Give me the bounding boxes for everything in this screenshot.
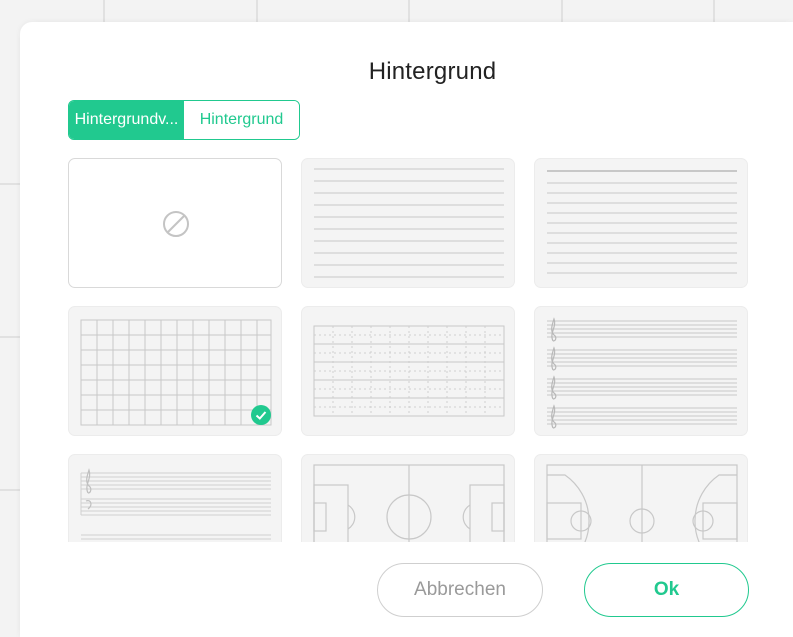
dot-grid-preview	[313, 325, 505, 417]
background-option-music-staff[interactable]	[534, 306, 748, 436]
tab-background-templates[interactable]: Hintergrundv...	[69, 101, 184, 139]
background-option-music-staff-double[interactable]	[68, 454, 282, 542]
background-dialog: Hintergrund Hintergrundv... Hintergrund	[20, 22, 793, 637]
dialog-title: Hintergrund	[368, 58, 497, 85]
no-background-icon	[163, 211, 189, 237]
lined-preview	[314, 168, 504, 278]
background-tabs: Hintergrundv... Hintergrund	[68, 100, 300, 140]
basketball-court-preview	[546, 464, 738, 542]
background-gallery	[68, 158, 758, 542]
cancel-button[interactable]: Abbrechen	[377, 563, 543, 617]
background-option-soccer-field[interactable]	[301, 454, 515, 542]
music-staff-preview	[547, 317, 737, 429]
tab-background[interactable]: Hintergrund	[184, 101, 299, 139]
ok-button[interactable]: Ok	[584, 563, 749, 617]
background-option-none[interactable]	[68, 158, 282, 288]
soccer-field-preview	[313, 464, 505, 542]
background-option-lined-tight[interactable]	[534, 158, 748, 288]
background-option-basketball-court[interactable]	[534, 454, 748, 542]
background-option-grid[interactable]	[68, 306, 282, 436]
checkmark-icon	[251, 405, 271, 425]
lined-tight-preview	[547, 170, 737, 274]
background-option-dot-grid[interactable]	[301, 306, 515, 436]
music-staff-double-preview	[80, 468, 271, 540]
background-option-lined[interactable]	[301, 158, 515, 288]
